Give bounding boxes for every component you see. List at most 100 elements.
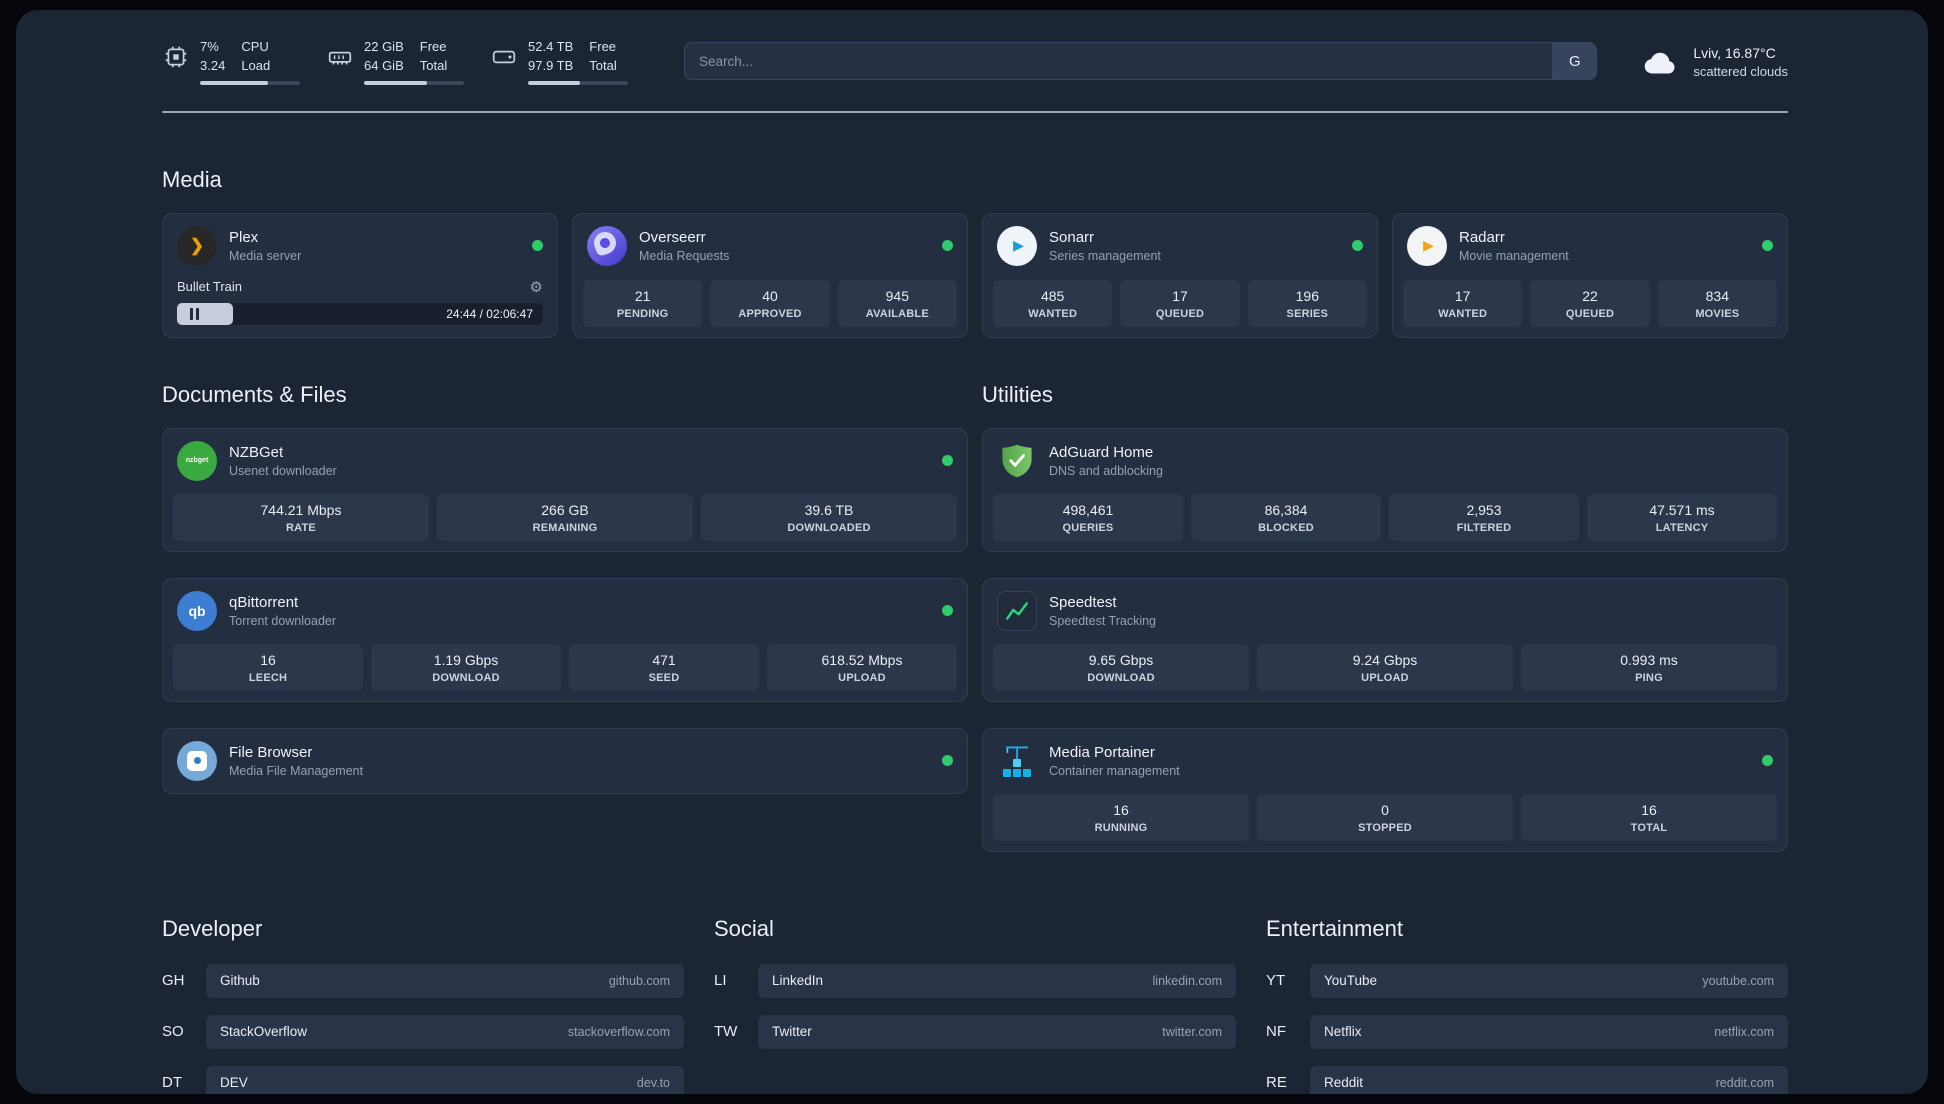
stat-value: 9.24 Gbps: [1352, 651, 1418, 668]
bookmark-name: Github: [220, 973, 260, 989]
bookmark-abbr: RE: [1266, 1074, 1287, 1092]
bookmark-url: reddit.com: [1715, 1075, 1774, 1090]
stat-label: LATENCY: [1655, 521, 1709, 534]
memory-values: 22 GiB 64 GiB: [364, 38, 404, 76]
stat-value: 834: [1705, 287, 1729, 304]
bookmark-url: github.com: [608, 973, 670, 988]
overseerr-header: Overseerr Media Requests: [573, 214, 967, 278]
app-desc: Usenet downloader: [229, 463, 337, 478]
bookmark-abbr: SO: [162, 1023, 184, 1041]
bookmark-link-twitter[interactable]: Twitter twitter.com: [758, 1014, 1236, 1049]
stat-tile-running: 16 RUNNING: [993, 793, 1249, 841]
playback-progress-bar[interactable]: 24:44 / 02:06:47: [177, 302, 543, 325]
stat-value: 485: [1040, 287, 1065, 304]
filebrowser-header: File Browser Media File Management: [163, 729, 967, 793]
stat-value: 498,461: [1062, 501, 1114, 518]
speedtest-card[interactable]: Speedtest Speedtest Tracking 9.65 Gbps D…: [982, 577, 1788, 702]
search-input[interactable]: [685, 43, 1553, 80]
bookmark-abbr: YT: [1266, 972, 1286, 990]
stat-tile-latency: 47.571 ms LATENCY: [1587, 493, 1777, 541]
disk-free-label: Free: [589, 39, 617, 54]
stat-label: PING: [1635, 671, 1663, 684]
radarr-header: ▶ Radarr Movie management: [1393, 214, 1787, 278]
bookmark-link-github[interactable]: Github github.com: [206, 963, 684, 998]
app-desc: Speedtest Tracking: [1049, 613, 1157, 628]
stat-tile-rate: 744.21 Mbps RATE: [173, 493, 429, 541]
stat-label: DOWNLOADED: [787, 521, 871, 534]
stat-value: 22: [1582, 287, 1598, 304]
bookmark-link-youtube[interactable]: YouTube youtube.com: [1310, 963, 1788, 998]
status-dot: [942, 240, 953, 252]
app-name: File Browser: [229, 743, 313, 761]
bookmark-link-reddit[interactable]: Reddit reddit.com: [1310, 1065, 1788, 1094]
bookmark-link-linkedin[interactable]: LinkedIn linkedin.com: [758, 963, 1236, 998]
settings-gear-icon[interactable]: ⚙: [530, 278, 543, 296]
stat-tile-wanted: 485 WANTED: [993, 279, 1113, 327]
stat-value: 2,953: [1466, 501, 1502, 518]
filebrowser-icon: [177, 740, 217, 781]
status-dot: [942, 605, 953, 617]
sonarr-card[interactable]: ▶ Sonarr Series management 485 WANTED 17…: [982, 212, 1378, 338]
app-desc: Media File Management: [229, 763, 364, 778]
section-title-developer: Developer: [162, 915, 263, 941]
filebrowser-card[interactable]: File Browser Media File Management: [162, 727, 968, 794]
dashboard-content: 7% 3.24 CPU Load 22 GiB 64 GiB Free Tota…: [16, 10, 1928, 1094]
radarr-card[interactable]: ▶ Radarr Movie management 17 WANTED 22 Q…: [1392, 212, 1788, 338]
portainer-header: Media Portainer Container management: [983, 729, 1787, 793]
bookmark-link-netflix[interactable]: Netflix netflix.com: [1310, 1014, 1788, 1049]
stat-tile-upload: 618.52 Mbps UPLOAD: [767, 643, 957, 691]
section-title-entertainment: Entertainment: [1266, 915, 1403, 941]
documents-column: Documents & Files nzbget NZBGet Usenet d…: [162, 338, 968, 852]
bookmark-link-dev[interactable]: DEV dev.to: [206, 1065, 684, 1094]
bookmark-url: netflix.com: [1714, 1024, 1774, 1039]
bookmark-name: Twitter: [772, 1024, 812, 1040]
bookmark-abbr: LI: [714, 972, 727, 990]
bookmark-url: youtube.com: [1702, 973, 1774, 988]
stat-label: TOTAL: [1630, 821, 1668, 834]
adguard-card[interactable]: AdGuard Home DNS and adblocking 498,461 …: [982, 427, 1788, 552]
qbittorrent-icon: qb: [177, 590, 217, 631]
stat-value: 0: [1381, 801, 1389, 818]
disk-labels: Free Total: [589, 38, 616, 76]
bookmark-abbr: NF: [1266, 1023, 1286, 1041]
bookmark-url: dev.to: [636, 1075, 670, 1090]
app-desc: Series management: [1049, 248, 1161, 263]
stat-tile-remaining: 266 GB REMAINING: [437, 493, 693, 541]
plex-card[interactable]: ❯ Plex Media server Bullet Train ⚙ 24:44…: [162, 212, 558, 338]
qbittorrent-card[interactable]: qb qBittorrent Torrent downloader 16 LEE…: [162, 577, 968, 702]
stat-label: APPROVED: [738, 307, 802, 320]
nzbget-icon: nzbget: [177, 440, 217, 481]
bookmark-link-stackoverflow[interactable]: StackOverflow stackoverflow.com: [206, 1014, 684, 1049]
stat-tile-stopped: 0 STOPPED: [1257, 793, 1513, 841]
stat-tile-available: 945 AVAILABLE: [837, 279, 957, 327]
adguard-shield-icon: [997, 441, 1037, 481]
bookmark-abbr: DT: [162, 1074, 182, 1092]
pause-icon[interactable]: [190, 307, 199, 320]
bookmark-url: linkedin.com: [1152, 973, 1222, 988]
bookmark-group-developer: Developer GH Github github.com SO StackO…: [162, 916, 684, 1094]
overseerr-icon: [587, 225, 627, 266]
stat-value: 1.19 Gbps: [433, 651, 499, 668]
memory-total-label: Total: [419, 57, 448, 73]
stat-tile-queries: 498,461 QUERIES: [993, 493, 1183, 541]
stat-label: MOVIES: [1695, 307, 1740, 320]
bookmark-group-entertainment: Entertainment YT YouTube youtube.com NF …: [1266, 916, 1788, 1094]
overseerr-card[interactable]: Overseerr Media Requests 21 PENDING 40 A…: [572, 212, 968, 338]
cpu-widget: 7% 3.24 CPU Load: [162, 38, 300, 85]
playback-progress-fill: [177, 302, 233, 325]
stat-label: STOPPED: [1358, 821, 1412, 834]
nzbget-card[interactable]: nzbget NZBGet Usenet downloader 744.21 M…: [162, 427, 968, 552]
app-name: AdGuard Home: [1049, 443, 1154, 461]
weather-widget: Lviv, 16.87°C scattered clouds: [1641, 44, 1788, 79]
disk-values: 52.4 TB 97.9 TB: [528, 38, 573, 76]
portainer-card[interactable]: Media Portainer Container management 16 …: [982, 727, 1788, 852]
cpu-load-label: Load: [241, 57, 271, 73]
app-name: Plex: [229, 228, 259, 246]
speedtest-graph-icon: [997, 590, 1037, 631]
topbar-divider: [162, 110, 1788, 113]
stat-tile-leech: 16 LEECH: [173, 643, 363, 691]
search-provider-button[interactable]: G: [1552, 43, 1597, 80]
bookmark-row-dev: DT DEV dev.to: [162, 1065, 684, 1094]
stat-value: 86,384: [1264, 501, 1308, 518]
cloud-icon: [1641, 45, 1681, 77]
